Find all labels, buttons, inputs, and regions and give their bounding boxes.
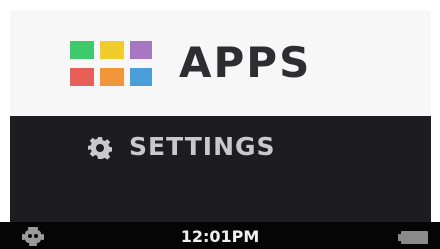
gear-icon xyxy=(88,137,112,160)
menu-item-settings-label: SETTINGS xyxy=(129,132,276,161)
device-frame: APPS SETTINGS 12:01PM xyxy=(0,0,440,249)
apps-grid-icon xyxy=(70,41,155,88)
apps-grid-tile xyxy=(70,68,94,86)
menu-item-apps-label: APPS xyxy=(179,38,312,87)
apps-grid-tile xyxy=(100,41,124,59)
battery-icon xyxy=(398,231,428,244)
apps-grid-tile xyxy=(130,41,152,59)
apps-grid-tile xyxy=(130,68,152,86)
apps-grid-tile xyxy=(100,68,124,86)
status-time: 12:01PM xyxy=(180,227,260,246)
menu-item-apps[interactable]: APPS xyxy=(10,10,431,116)
apps-grid-tile xyxy=(70,41,94,59)
screen: APPS xyxy=(10,10,431,232)
